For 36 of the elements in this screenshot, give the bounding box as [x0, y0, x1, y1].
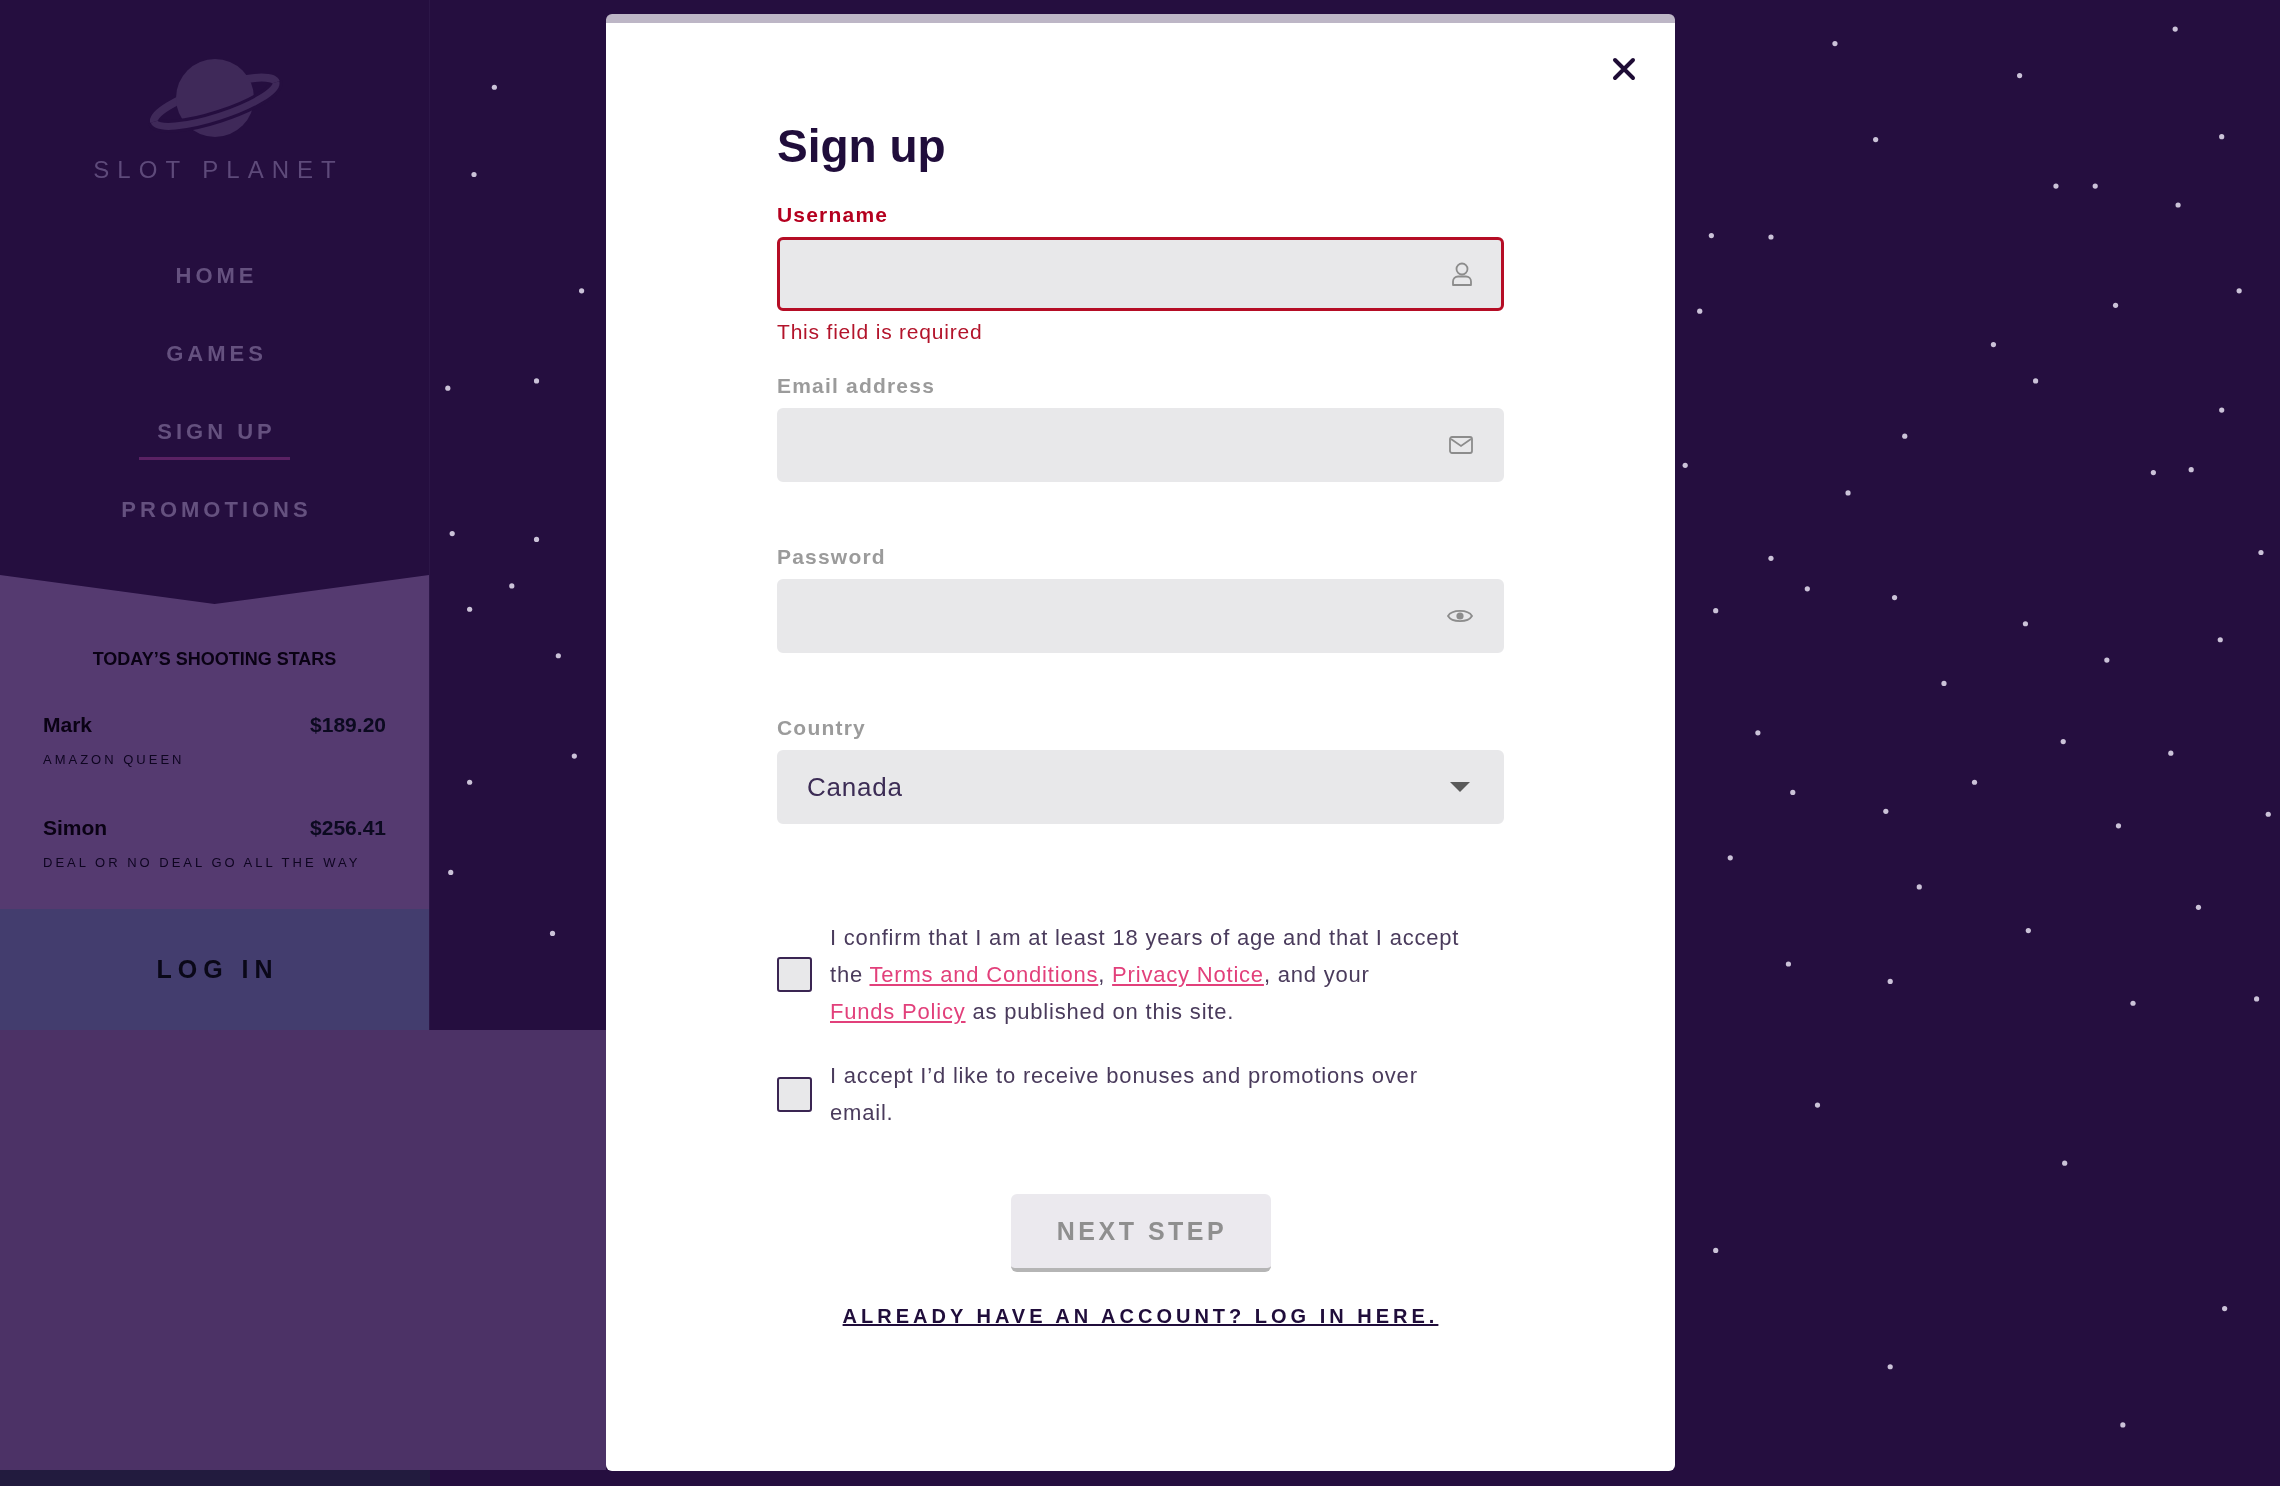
winner-name: Simon [43, 815, 108, 841]
game-name: AMAZON QUEEN [43, 751, 185, 769]
login-button[interactable]: LOG IN [0, 909, 429, 1030]
caret-icon [1450, 782, 1470, 792]
field-label: Username [777, 202, 889, 228]
email-field[interactable] [777, 408, 1504, 482]
dialog-title: Sign up [777, 119, 946, 174]
country-select[interactable]: Canada [777, 750, 1504, 824]
panel-title: TODAY’S SHOOTING STARS [91, 648, 338, 671]
eye-icon[interactable] [1447, 608, 1473, 624]
nav-link[interactable]: HOME [157, 261, 272, 304]
policy-link[interactable]: Terms and Conditions [869, 962, 1099, 987]
game-name: DEAL OR NO DEAL GO ALL THE WAY [43, 854, 361, 872]
nav-link[interactable]: PROMOTIONS [103, 495, 326, 538]
nav-link[interactable]: GAMES [148, 339, 281, 382]
login-link[interactable]: ALREADY HAVE AN ACCOUNT? LOG IN HERE. [842, 1303, 1439, 1329]
field-label: Country [777, 715, 866, 741]
person-icon [1451, 262, 1473, 286]
policy-link[interactable]: Funds Policy [830, 999, 966, 1024]
field-label: Password [777, 544, 886, 570]
field-label: Email address [777, 373, 935, 399]
win-amount: $256.41 [310, 815, 386, 841]
envelope-icon [1449, 436, 1473, 454]
consent-text: I confirm that I am at least 18 years of age and that I accept the Terms and Conditions, Privacy Notice, and your Funds Policy as published on this site. [830, 924, 1461, 1026]
consent-text: I accept I’d like to receive bonuses and promotions over email. [830, 1062, 1419, 1127]
logo-wordmark: SLOT PLANET [92, 155, 344, 185]
error-message: This field is required [777, 319, 983, 345]
policy-link[interactable]: Privacy Notice [1112, 962, 1264, 987]
checkbox[interactable] [777, 957, 812, 992]
close-icon[interactable] [1612, 57, 1636, 81]
winner-name: Mark [43, 712, 93, 738]
password-field[interactable] [777, 579, 1504, 653]
win-amount: $189.20 [310, 712, 386, 738]
checkbox[interactable] [777, 1076, 812, 1112]
username-field[interactable] [777, 237, 1504, 311]
nav-link[interactable]: SIGN UP [139, 417, 290, 460]
